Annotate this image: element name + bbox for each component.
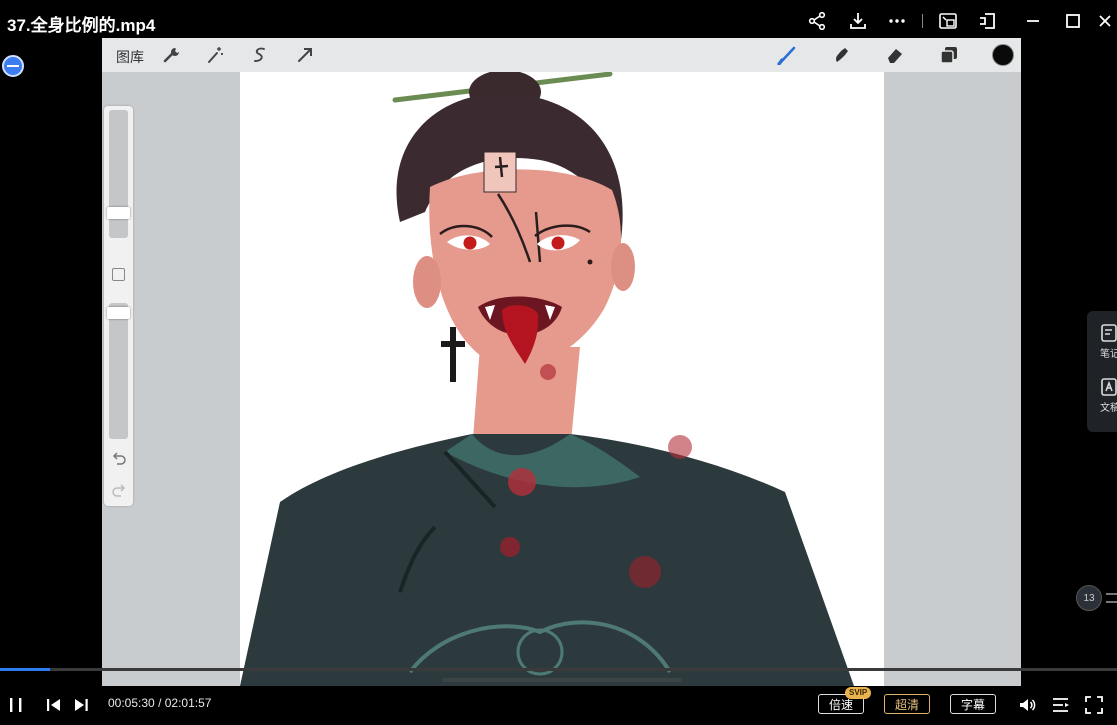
volume-icon[interactable] [1016,694,1038,716]
more-icon[interactable] [886,10,908,32]
next-icon[interactable] [70,694,92,716]
time-separator: / [158,696,162,710]
time-display: 00:05:30 / 02:01:57 [108,696,211,710]
notes-button[interactable]: 笔记 [1100,323,1117,360]
wrench-icon[interactable] [162,45,182,65]
progress-bar[interactable] [0,668,1117,671]
pause-icon[interactable] [5,694,27,716]
progress-fill [0,668,51,671]
quality-button[interactable]: 超清 [884,694,930,714]
previous-icon[interactable] [43,694,65,716]
smudge-icon[interactable] [831,45,851,65]
eraser-icon[interactable] [885,45,905,65]
video-player: 37.全身比例的.mp4 图库 笔记 文稿 13 00:05:30 / 02:0… [0,0,1117,725]
layers-icon[interactable] [939,45,959,65]
control-bar: 00:05:30 / 02:01:57 倍速 SVIP 超清 字幕 [0,686,1117,725]
opacity-slider[interactable] [109,303,128,439]
svip-badge: SVIP [845,687,872,699]
current-time: 00:05:30 [108,696,155,710]
notes-icon [1100,323,1117,343]
close-icon[interactable] [1094,10,1116,32]
gallery-button[interactable]: 图库 [116,47,144,67]
floating-assistant-button[interactable] [2,55,24,77]
minimize-icon[interactable] [1022,10,1044,32]
docs-label: 文稿 [1100,403,1117,414]
drawing-canvas[interactable] [240,72,884,686]
magic-wand-icon[interactable] [205,45,225,65]
redo-icon[interactable] [111,482,127,498]
side-tools-panel: 笔记 文稿 [1087,311,1117,432]
titlebar-separator [922,14,923,28]
brush-icon[interactable] [777,45,797,66]
brush-size-thumb[interactable] [107,207,130,219]
pin-window-icon[interactable] [977,10,999,32]
share-icon[interactable] [806,10,828,32]
total-time: 02:01:57 [164,696,212,710]
notes-label: 笔记 [1100,349,1117,360]
document-icon [1100,377,1117,397]
maximize-icon[interactable] [1062,10,1084,32]
docs-button[interactable]: 文稿 [1100,377,1117,414]
fullscreen-icon[interactable] [1083,694,1105,716]
modify-button[interactable] [112,268,125,281]
subtitle-button[interactable]: 字幕 [950,694,996,714]
home-indicator [442,678,682,682]
speed-value: 13 [1076,585,1102,611]
network-speed-widget[interactable]: 13 [1076,585,1117,611]
picture-in-picture-icon[interactable] [937,10,959,32]
brush-slider-panel [104,106,133,506]
video-title: 37.全身比例的.mp4 [7,16,156,35]
transform-arrow-icon[interactable] [295,45,315,65]
title-bar: 37.全身比例的.mp4 [0,0,1117,42]
download-icon[interactable] [847,10,869,32]
character-illustration [240,72,884,686]
opacity-thumb[interactable] [107,307,130,319]
color-picker-swatch[interactable] [992,44,1014,66]
video-frame[interactable]: 图库 [102,38,1021,686]
procreate-toolbar: 图库 [102,38,1021,72]
selection-icon[interactable] [250,45,270,65]
playlist-icon[interactable] [1050,694,1072,716]
undo-icon[interactable] [111,450,127,466]
